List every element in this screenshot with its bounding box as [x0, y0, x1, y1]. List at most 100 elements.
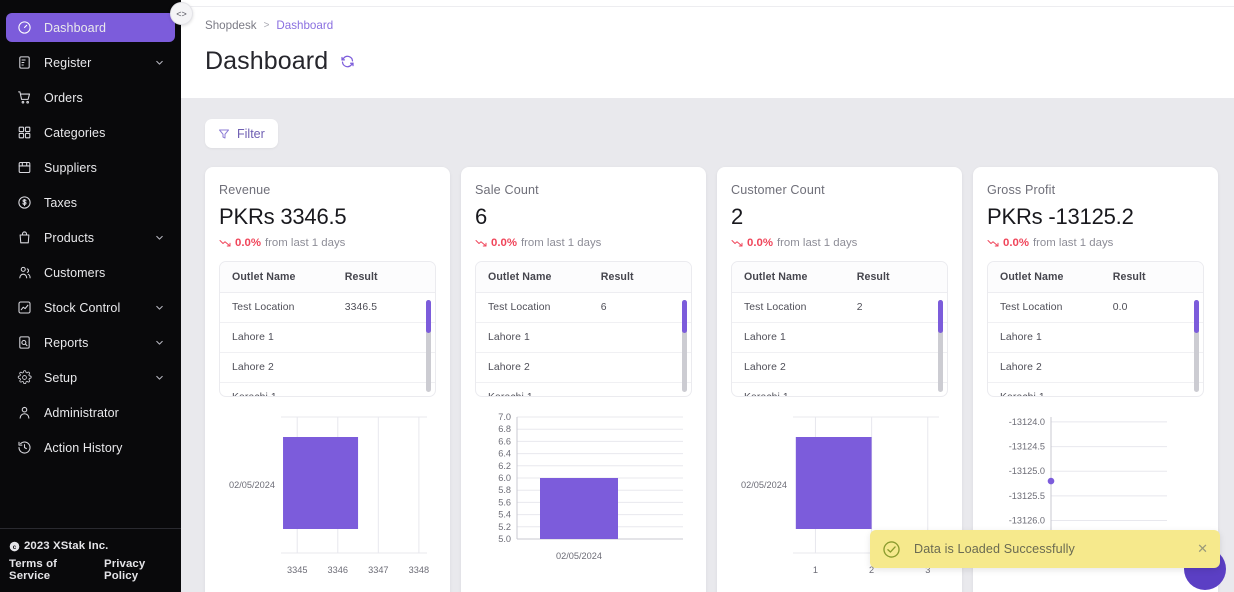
sidebar-item-dashboard[interactable]: Dashboard — [6, 13, 175, 42]
sidebar-item-setup[interactable]: Setup — [6, 363, 175, 392]
column-header-result: Result — [601, 262, 691, 293]
outlet-name-cell: Karachi 1 — [988, 383, 1113, 398]
result-cell: 6 — [601, 293, 691, 323]
outlet-name-cell: Lahore 2 — [476, 353, 601, 383]
table-scrollbar[interactable] — [426, 300, 431, 392]
table-scrollbar[interactable] — [1194, 300, 1199, 392]
table-row[interactable]: Test Location6 — [476, 293, 691, 323]
table-scrollbar-thumb[interactable] — [1194, 300, 1199, 333]
outlet-name-cell: Lahore 2 — [988, 353, 1113, 383]
sidebar-item-label: Register — [44, 56, 154, 70]
column-header-result: Result — [857, 262, 947, 293]
refresh-icon[interactable] — [340, 54, 355, 69]
delta-period: from last 1 days — [1033, 237, 1113, 249]
result-cell — [601, 383, 691, 398]
svg-text:3346: 3346 — [328, 565, 348, 575]
sidebar-item-register[interactable]: Register — [6, 48, 175, 77]
sidebar-nav: Dashboard Register Orders Categories Supplie… — [0, 0, 181, 528]
sidebar-item-products[interactable]: Products — [6, 223, 175, 252]
table-row[interactable]: Test Location0.0 — [988, 293, 1203, 323]
privacy-policy-link[interactable]: Privacy Policy — [104, 558, 172, 582]
table-row[interactable]: Lahore 2 — [476, 353, 691, 383]
sidebar-item-suppliers[interactable]: Suppliers — [6, 153, 175, 182]
chevron-down-icon[interactable] — [154, 57, 165, 68]
outlet-name-cell: Test Location — [732, 293, 857, 323]
table-row[interactable]: Lahore 2 — [220, 353, 435, 383]
table-row[interactable]: Karachi 1 — [476, 383, 691, 398]
toast-close-button[interactable]: ✕ — [1197, 541, 1208, 557]
svg-text:5.8: 5.8 — [498, 485, 511, 495]
sidebar-item-label: Setup — [44, 371, 154, 385]
table-row[interactable]: Karachi 1 — [732, 383, 947, 398]
sidebar-item-stock-control[interactable]: Stock Control — [6, 293, 175, 322]
svg-text:-13125.5: -13125.5 — [1009, 491, 1045, 501]
column-header-outlet-name: Outlet Name — [476, 262, 601, 293]
card-title: Gross Profit — [987, 183, 1204, 197]
sidebar-item-orders[interactable]: Orders — [6, 83, 175, 112]
chevron-down-icon[interactable] — [154, 372, 165, 383]
table-row[interactable]: Lahore 1 — [732, 323, 947, 353]
sidebar-collapse-toggle[interactable]: <> — [170, 2, 193, 25]
svg-text:5.2: 5.2 — [498, 522, 511, 532]
card-title: Customer Count — [731, 183, 948, 197]
outlet-name-cell: Lahore 1 — [476, 323, 601, 353]
sidebar-item-categories[interactable]: Categories — [6, 118, 175, 147]
sidebar-item-label: Action History — [44, 441, 165, 455]
filter-button[interactable]: Filter — [205, 119, 278, 148]
table-row[interactable]: Test Location3346.5 — [220, 293, 435, 323]
chevron-down-icon[interactable] — [154, 337, 165, 348]
chevron-down-icon[interactable] — [154, 232, 165, 243]
table-scrollbar-thumb[interactable] — [682, 300, 687, 333]
app-root: Dashboard Register Orders Categories Supplie… — [0, 0, 1234, 592]
result-cell: 2 — [857, 293, 947, 323]
card-delta: 0.0%from last 1 days — [219, 237, 436, 249]
outlet-table: Outlet NameResultTest Location2Lahore 1L… — [732, 262, 947, 397]
sidebar-item-reports[interactable]: Reports — [6, 328, 175, 357]
table-scrollbar-thumb[interactable] — [938, 300, 943, 333]
toast-notification: Data is Loaded Successfully ✕ — [870, 530, 1220, 568]
result-cell — [601, 353, 691, 383]
outlet-table-wrapper: Outlet NameResultTest Location2Lahore 1L… — [731, 261, 948, 397]
breadcrumb-root[interactable]: Shopdesk — [205, 19, 257, 32]
sidebar-item-administrator[interactable]: Administrator — [6, 398, 175, 427]
sidebar-item-taxes[interactable]: Taxes — [6, 188, 175, 217]
table-scrollbar[interactable] — [682, 300, 687, 392]
title-row: Dashboard — [205, 47, 1234, 76]
svg-text:-13125.0: -13125.0 — [1009, 466, 1045, 476]
table-row[interactable]: Lahore 2 — [732, 353, 947, 383]
chart-line-icon — [17, 300, 32, 315]
table-row[interactable]: Lahore 2 — [988, 353, 1203, 383]
delta-period: from last 1 days — [265, 237, 345, 249]
delta-percent: 0.0% — [747, 237, 773, 249]
table-row[interactable]: Test Location2 — [732, 293, 947, 323]
chevron-down-icon[interactable] — [154, 302, 165, 313]
table-row[interactable]: Karachi 1 — [988, 383, 1203, 398]
sidebar-item-action-history[interactable]: Action History — [6, 433, 175, 462]
table-row[interactable]: Karachi 1 — [220, 383, 435, 398]
sidebar-item-label: Dashboard — [44, 21, 165, 35]
result-cell — [1113, 383, 1203, 398]
table-row[interactable]: Lahore 1 — [220, 323, 435, 353]
card-title: Revenue — [219, 183, 436, 197]
breadcrumb-current[interactable]: Dashboard — [276, 19, 333, 32]
outlet-name-cell: Karachi 1 — [476, 383, 601, 398]
page-title: Dashboard — [205, 47, 328, 76]
table-scrollbar[interactable] — [938, 300, 943, 392]
table-row[interactable]: Lahore 1 — [988, 323, 1203, 353]
svg-text:-13124.5: -13124.5 — [1009, 442, 1045, 452]
trend-down-icon — [731, 237, 743, 249]
delta-period: from last 1 days — [777, 237, 857, 249]
delta-percent: 0.0% — [491, 237, 517, 249]
svg-text:6.4: 6.4 — [498, 449, 511, 459]
outlet-name-cell: Karachi 1 — [732, 383, 857, 398]
sidebar-item-label: Orders — [44, 91, 165, 105]
terms-of-service-link[interactable]: Terms of Service — [9, 558, 89, 582]
svg-text:02/05/2024: 02/05/2024 — [229, 480, 275, 490]
sidebar-item-customers[interactable]: Customers — [6, 258, 175, 287]
table-row[interactable]: Lahore 1 — [476, 323, 691, 353]
page-header: Shopdesk > Dashboard Dashboard — [181, 7, 1234, 98]
delta-period: from last 1 days — [521, 237, 601, 249]
sidebar-item-label: Suppliers — [44, 161, 165, 175]
table-scrollbar-thumb[interactable] — [426, 300, 431, 333]
copyright: c 2023 XStak Inc. — [9, 540, 172, 552]
